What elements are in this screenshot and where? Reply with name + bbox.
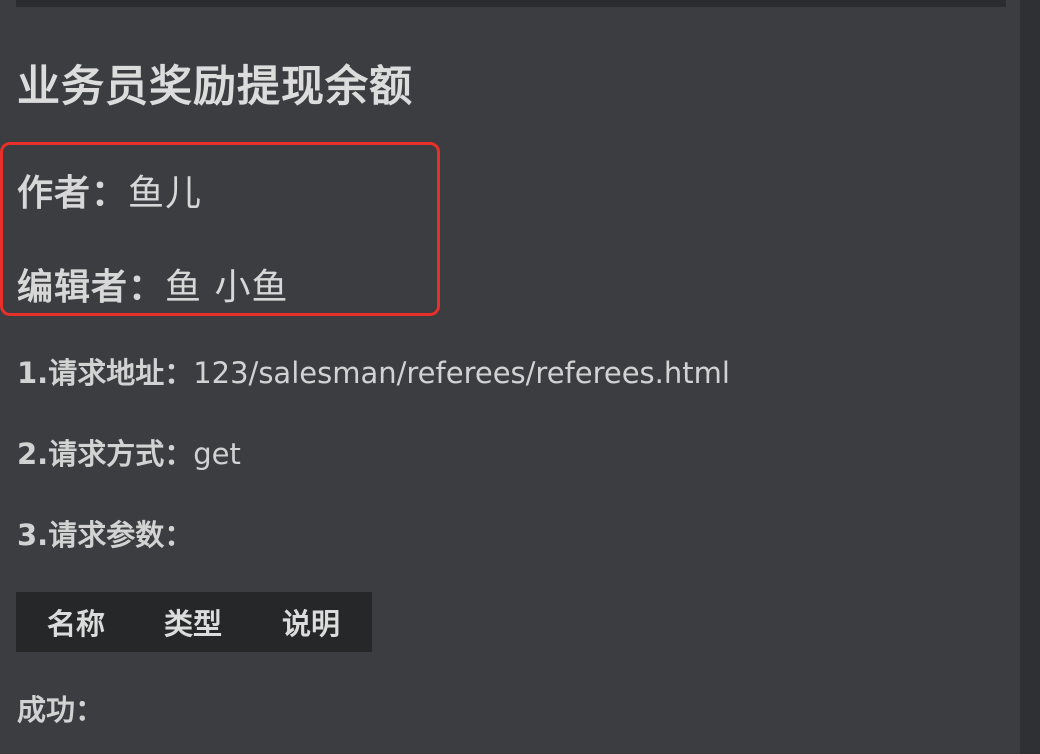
table-header-description: 说明 <box>281 607 340 641</box>
request-method-value: get <box>193 437 241 471</box>
params-table-header: 名称 类型 说明 <box>16 592 372 652</box>
table-header-type: 类型 <box>163 607 222 641</box>
editor-line: 编辑者：鱼 小鱼 <box>17 258 288 310</box>
editor-value: 鱼 小鱼 <box>165 267 289 308</box>
editor-label: 编辑者： <box>17 267 166 308</box>
request-url-label: 1.请求地址： <box>17 356 194 390</box>
author-line: 作者：鱼儿 <box>17 164 202 216</box>
scrollbar-track[interactable] <box>1020 0 1040 754</box>
request-params-label: 3.请求参数： <box>17 518 194 552</box>
table-header-name: 名称 <box>46 607 105 641</box>
request-method-line: 2.请求方式：get <box>17 431 241 473</box>
request-url-line: 1.请求地址：123/salesman/referees/referees.ht… <box>17 350 730 392</box>
success-label: 成功： <box>17 693 105 727</box>
request-url-value: 123/salesman/referees/referees.html <box>193 356 730 390</box>
author-value: 鱼儿 <box>128 173 203 214</box>
author-label: 作者： <box>17 173 129 214</box>
request-method-label: 2.请求方式： <box>17 437 194 471</box>
top-divider-bar <box>16 0 1006 7</box>
success-line: 成功： <box>17 687 104 729</box>
page-title: 业务员奖励提现余额 <box>17 62 413 112</box>
request-params-line: 3.请求参数： <box>17 512 193 554</box>
